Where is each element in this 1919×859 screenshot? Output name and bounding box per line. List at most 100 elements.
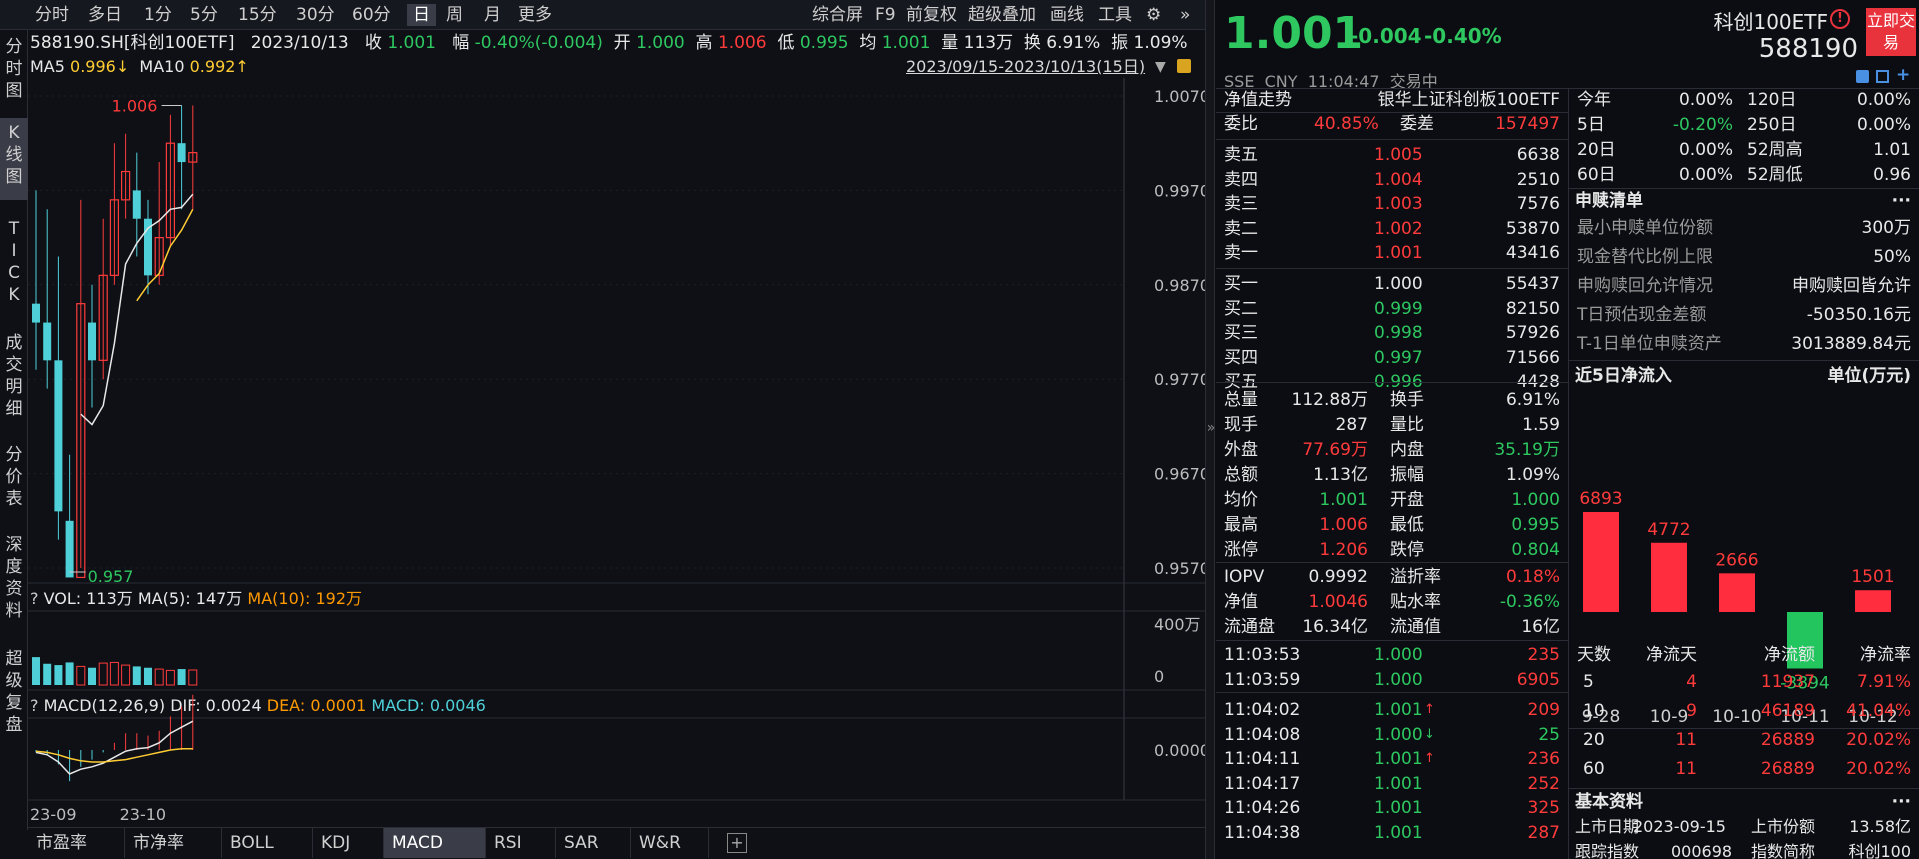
iopv-value2: 0.18%	[1505, 567, 1560, 587]
side-tab-2[interactable]: T I C K	[0, 218, 28, 306]
perf-label2: 52周高	[1747, 140, 1803, 160]
settings-gear-icon[interactable]: ⚙	[1146, 4, 1161, 26]
more-chevron-icon[interactable]: »	[1180, 4, 1190, 26]
security-name: 科创100ETF	[1713, 10, 1828, 34]
basic-more[interactable]: ···	[1892, 790, 1911, 814]
ask-label: 卖四	[1224, 169, 1258, 190]
flow-title: 近5日净流入	[1575, 366, 1672, 386]
period-tab-0[interactable]: 分时	[35, 4, 69, 26]
flow-table-cell: 11	[1675, 759, 1697, 779]
copy-icon[interactable]	[1876, 70, 1889, 83]
period-tab-10[interactable]: 更多	[518, 4, 552, 26]
tick-time: 11:03:53	[1224, 645, 1301, 665]
perf-value2: 0.00%	[1856, 90, 1911, 110]
volume-bar	[43, 663, 52, 685]
shenshu-row-1: 现金替代比例上限 50%	[1577, 245, 1911, 269]
side-tab-3[interactable]: 成 交 明 细	[0, 332, 28, 420]
edit-icon[interactable]	[1856, 70, 1869, 83]
info-code: 588190.SH[科创100ETF]	[30, 33, 235, 53]
ask-row-4: 卖一 1.001 43416	[1224, 241, 1560, 265]
perf-value: -0.20%	[1672, 115, 1733, 135]
nav-row[interactable]: 净值走势 银华上证科创板100ETF	[1224, 88, 1560, 112]
bid-volume: 55437	[1505, 274, 1560, 294]
ask-row-0: 卖五 1.005 6638	[1224, 143, 1560, 167]
indicator-tab-3[interactable]: KDJ	[313, 828, 384, 858]
indicator-tab-5[interactable]: RSI	[486, 828, 556, 858]
perf-row-2: 20日 0.00% 52周高 1.01	[1577, 138, 1911, 162]
stat-value2: 35.19万	[1494, 440, 1560, 460]
add-indicator-icon[interactable]: +	[727, 833, 747, 853]
vol-y-bottom: 0	[1154, 667, 1164, 686]
basic-row-0: 上市日期 2023-09-15 上市份额 13.58亿	[1575, 815, 1911, 839]
perf-row-0: 今年 0.00% 120日 0.00%	[1577, 88, 1911, 112]
weibi-row: 委比 40.85% 委差 157497	[1224, 112, 1560, 136]
weibi-label: 委比	[1224, 114, 1258, 134]
period-tab-9[interactable]: 月	[484, 4, 501, 26]
perf-value2: 0.96	[1873, 165, 1911, 185]
period-tab-6[interactable]: 60分	[352, 4, 391, 26]
side-tab-4[interactable]: 分 价 表	[0, 444, 28, 510]
side-tab-0[interactable]: 分 时 图	[0, 36, 28, 102]
period-toolbar: 分时 多日 1分 5分 15分 30分 60分日周月更多 综合屏 F9 前复权 超级叠加 画线 工具 ⚙ »	[0, 0, 1205, 30]
tool-item-5[interactable]: 工具	[1098, 4, 1132, 26]
indicator-tab-2[interactable]: BOLL	[222, 828, 313, 858]
flow-table-cell: 46189	[1760, 701, 1815, 721]
vol-header: ? VOL: 113万 MA(5): 147万 MA(10): 192万	[30, 589, 362, 608]
down-arrow-icon: ↓	[1424, 726, 1435, 742]
kline-chart[interactable]: 1.00700.99700.98700.97700.96700.95701.00…	[28, 78, 1205, 826]
tool-item-2[interactable]: 前复权	[906, 4, 957, 26]
period-tab-7[interactable]: 日	[407, 4, 436, 26]
period-tab-3[interactable]: 5分	[190, 4, 218, 26]
volume-bar	[121, 664, 131, 686]
stat-value2: 0.804	[1511, 540, 1560, 560]
panel-divider[interactable]: »	[1205, 0, 1215, 859]
stat-value2: 1.000	[1511, 490, 1560, 510]
tick-row-4: 11:04:11 1.001 ↑ 236	[1224, 747, 1560, 771]
tool-item-3[interactable]: 超级叠加	[968, 4, 1036, 26]
date-range-link[interactable]: 2023/09/15-2023/10/13(15日)	[906, 56, 1145, 78]
basic-value4: 科创100	[1848, 842, 1911, 859]
period-tab-5[interactable]: 30分	[296, 4, 335, 26]
shenshu-more[interactable]: ···	[1892, 189, 1911, 213]
vertical-tabs: 分 时 图 K 线 图 T I C K 成 交 明 细分 价 表深 度 资 料超 级 …	[0, 30, 28, 830]
shenshu-row-0: 最小申赎单位份额 300万	[1577, 216, 1911, 240]
indicator-tab-1[interactable]: 市净率	[125, 828, 222, 858]
flow-bar	[1719, 573, 1755, 612]
perf-value: 0.00%	[1678, 165, 1733, 185]
ask-price: 1.004	[1374, 169, 1423, 190]
volume-bar	[177, 669, 186, 685]
stat-value: 1.006	[1319, 515, 1368, 535]
dropdown-triangle-icon[interactable]: ▼	[1155, 59, 1166, 75]
indicator-tab-4[interactable]: MACD	[384, 828, 486, 858]
add-icon[interactable]: +	[1896, 67, 1910, 84]
expand-arrow-icon[interactable]: »	[1206, 420, 1216, 436]
alert-icon[interactable]: !	[1830, 9, 1850, 29]
info-amp-label: 振	[1111, 33, 1129, 53]
period-tab-2[interactable]: 1分	[144, 4, 172, 26]
tool-item-1[interactable]: F9	[875, 4, 896, 26]
ask-label: 卖五	[1224, 145, 1258, 165]
tool-item-0[interactable]: 综合屏	[812, 4, 863, 26]
tick-price: 1.001	[1374, 798, 1423, 818]
ask-volume: 2510	[1516, 169, 1560, 190]
side-tab-5[interactable]: 深 度 资 料	[0, 534, 28, 622]
indicator-tab-7[interactable]: W&R	[631, 828, 709, 858]
period-tab-8[interactable]: 周	[446, 4, 463, 26]
info-high-label: 高	[695, 33, 713, 53]
indicator-tab-6[interactable]: SAR	[556, 828, 631, 858]
indicator-tab-0[interactable]: 市盈率	[28, 828, 125, 858]
perf-label2: 52周低	[1747, 165, 1803, 185]
y-tick-5: 0.9570	[1154, 559, 1205, 578]
side-tab-1[interactable]: K 线 图	[0, 118, 28, 200]
tick-price: 1.001	[1374, 749, 1423, 769]
period-tab-4[interactable]: 15分	[238, 4, 277, 26]
flow-table-cell: 20.02%	[1846, 730, 1911, 750]
lock-icon[interactable]	[1177, 59, 1191, 73]
side-tab-6[interactable]: 超 级 复 盘	[0, 648, 28, 736]
trade-button[interactable]: 立即交易	[1866, 8, 1916, 56]
period-tab-1[interactable]: 多日	[88, 4, 122, 26]
flow-table-row-0: 5 4 11937 7.91%	[1577, 670, 1911, 694]
stat-label2: 跌停	[1390, 540, 1424, 560]
tool-item-4[interactable]: 画线	[1050, 4, 1084, 26]
info-avg: 1.001	[881, 33, 931, 53]
